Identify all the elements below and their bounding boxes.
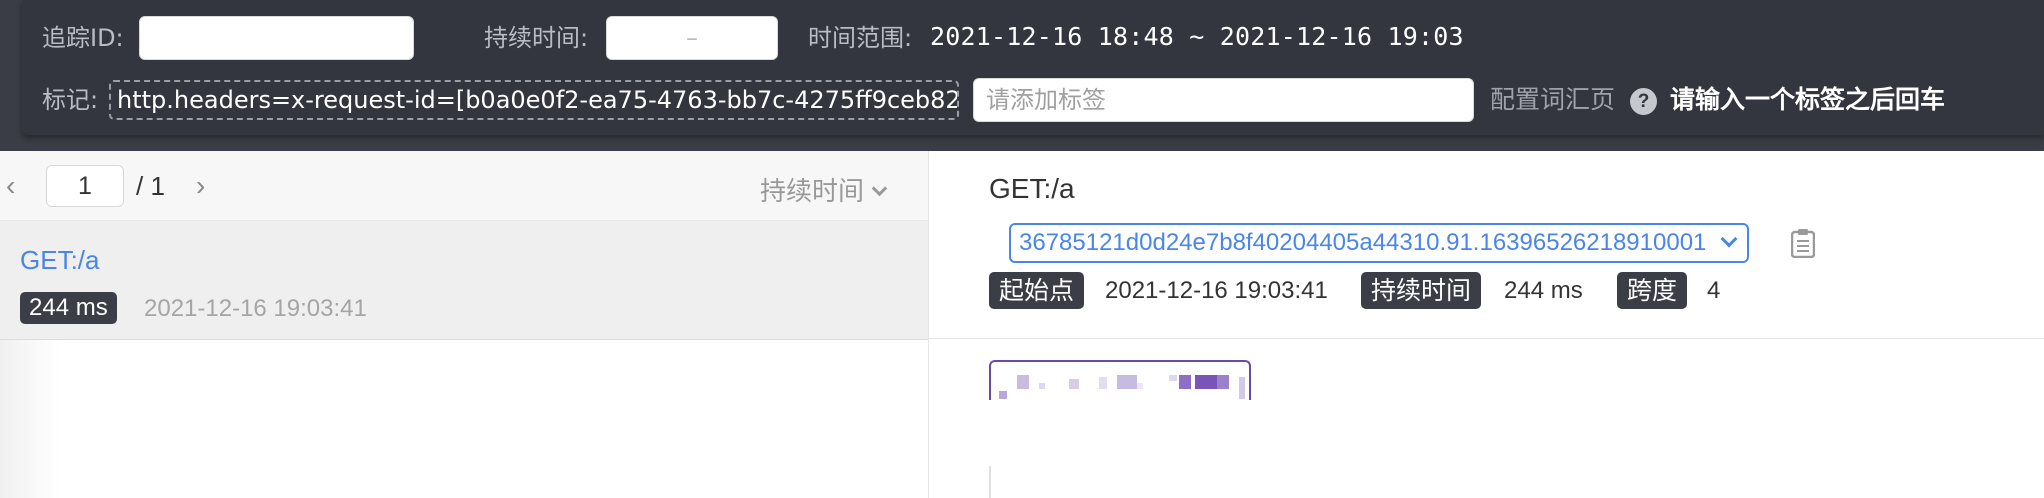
time-range-value[interactable]: 2021-12-16 18:48 ~ 2021-12-16 19:03 bbox=[930, 21, 1464, 53]
sort-dropdown[interactable]: 持续时间 bbox=[760, 171, 888, 208]
page-number-input[interactable] bbox=[46, 165, 124, 207]
chevron-down-icon bbox=[1720, 230, 1738, 248]
trace-item-timestamp: 2021-12-16 19:03:41 bbox=[144, 295, 367, 322]
next-page-icon[interactable]: › bbox=[196, 166, 205, 206]
tag-chip-text: http.headers=x-request-id=[b0a0e0f2-ea75… bbox=[117, 86, 959, 114]
trace-list-item[interactable]: GET:/a 244 ms 2021-12-16 19:03:41 bbox=[0, 221, 928, 340]
trace-list-pane: ‹ / 1 › 持续时间 GET:/a 244 ms 2021-12-16 19… bbox=[0, 151, 928, 498]
trace-list-header: ‹ / 1 › 持续时间 bbox=[0, 151, 928, 221]
list-empty-area bbox=[0, 340, 928, 498]
tags-label: 标记: bbox=[42, 86, 99, 114]
span-tree-line bbox=[989, 466, 991, 498]
tag-input[interactable] bbox=[973, 78, 1474, 122]
start-time-badge: 起始点 bbox=[989, 272, 1085, 309]
duration-badge: 持续时间 bbox=[1361, 272, 1482, 309]
duration-label: 持续时间: bbox=[484, 24, 589, 52]
chevron-down-icon bbox=[871, 180, 888, 197]
trace-item-duration-badge: 244 ms bbox=[20, 292, 117, 324]
detail-divider bbox=[929, 338, 2044, 339]
trace-id-select-value: 36785121d0d24e7b8f40204405a44310.91.1639… bbox=[1019, 229, 1707, 256]
span-count-badge: 跨度 bbox=[1617, 272, 1688, 309]
clipboard-icon[interactable] bbox=[1791, 228, 1815, 258]
tag-chip[interactable]: http.headers=x-request-id=[b0a0e0f2-ea75… bbox=[109, 80, 959, 120]
page-total: / 1 bbox=[136, 171, 165, 201]
tag-hint: 请输入一个标签之后回车 bbox=[1670, 85, 1946, 114]
trace-detail-pane: GET:/a 36785121d0d24e7b8f40204405a44310.… bbox=[928, 151, 2044, 498]
trace-item-title[interactable]: GET:/a bbox=[20, 245, 99, 276]
filter-bar: 追踪ID: 持续时间: – 时间范围: 2021-12-16 18:48 ~ 2… bbox=[0, 0, 2044, 151]
detail-title: GET:/a bbox=[989, 173, 1075, 204]
help-icon[interactable]: ? bbox=[1630, 88, 1657, 115]
sort-label: 持续时间 bbox=[760, 177, 865, 207]
start-time-value: 2021-12-16 19:03:41 bbox=[1105, 277, 1328, 304]
trace-id-label: 追踪ID: bbox=[42, 24, 124, 52]
span-node-label-blurred bbox=[999, 375, 1245, 399]
time-range-label: 时间范围: bbox=[808, 24, 913, 52]
prev-page-icon[interactable]: ‹ bbox=[6, 166, 15, 206]
duration-input[interactable]: – bbox=[606, 16, 778, 60]
duration-value: 244 ms bbox=[1504, 277, 1583, 304]
trace-id-select[interactable]: 36785121d0d24e7b8f40204405a44310.91.1639… bbox=[1009, 223, 1749, 263]
vocab-config-link[interactable]: 配置词汇页 bbox=[1490, 84, 1615, 116]
span-count-value: 4 bbox=[1707, 277, 1721, 304]
filter-panel: 追踪ID: 持续时间: – 时间范围: 2021-12-16 18:48 ~ 2… bbox=[22, 0, 2044, 135]
trace-id-input[interactable] bbox=[139, 16, 414, 60]
